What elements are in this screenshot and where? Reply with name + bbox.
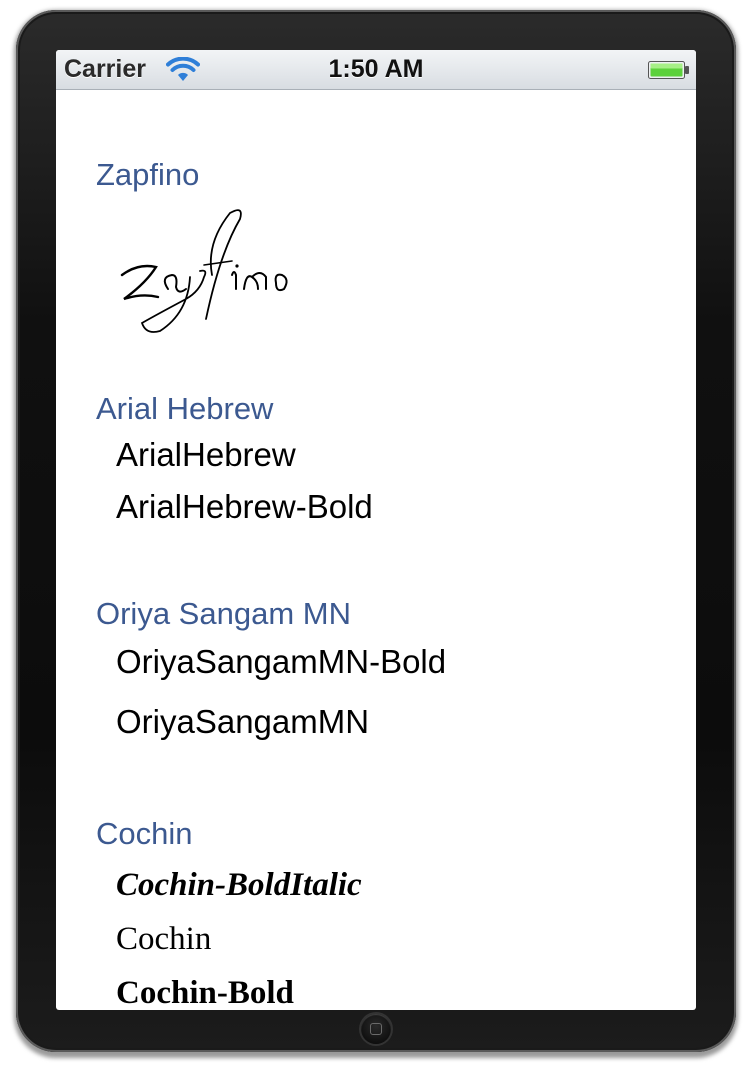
list-item-cochin[interactable]: Cochin: [116, 921, 211, 958]
home-button-icon[interactable]: [361, 1014, 391, 1044]
section-header-arial-hebrew: Arial Hebrew: [96, 391, 274, 426]
screen: Carrier 1:50 AM Zapfino Arial Hebrew Ari…: [56, 50, 696, 1010]
list-item-oriyasangammn[interactable]: OriyaSangamMN: [116, 703, 369, 741]
clock: 1:50 AM: [328, 55, 424, 83]
section-header-oriya-sangam-mn: Oriya Sangam MN: [96, 596, 351, 631]
home-square-icon: [370, 1023, 382, 1035]
list-item-arialhebrew-bold[interactable]: ArialHebrew-Bold: [116, 488, 373, 526]
list-item-arialhebrew[interactable]: ArialHebrew: [116, 436, 296, 474]
list-item-oriyasangammn-bold[interactable]: OriyaSangamMN-Bold: [116, 643, 446, 681]
status-bar: Carrier 1:50 AM: [56, 50, 696, 90]
section-header-cochin: Cochin: [96, 816, 193, 851]
list-item-cochin-bolditalic[interactable]: Cochin-BoldItalic: [116, 867, 362, 904]
font-list[interactable]: Zapfino Arial Hebrew ArialHebrew ArialHe…: [56, 91, 696, 1010]
section-header-zapfino: Zapfino: [96, 157, 200, 192]
battery-icon: [648, 61, 689, 79]
list-item-cochin-bold[interactable]: Cochin-Bold: [116, 975, 294, 1010]
list-item-zapfino[interactable]: [116, 203, 296, 333]
